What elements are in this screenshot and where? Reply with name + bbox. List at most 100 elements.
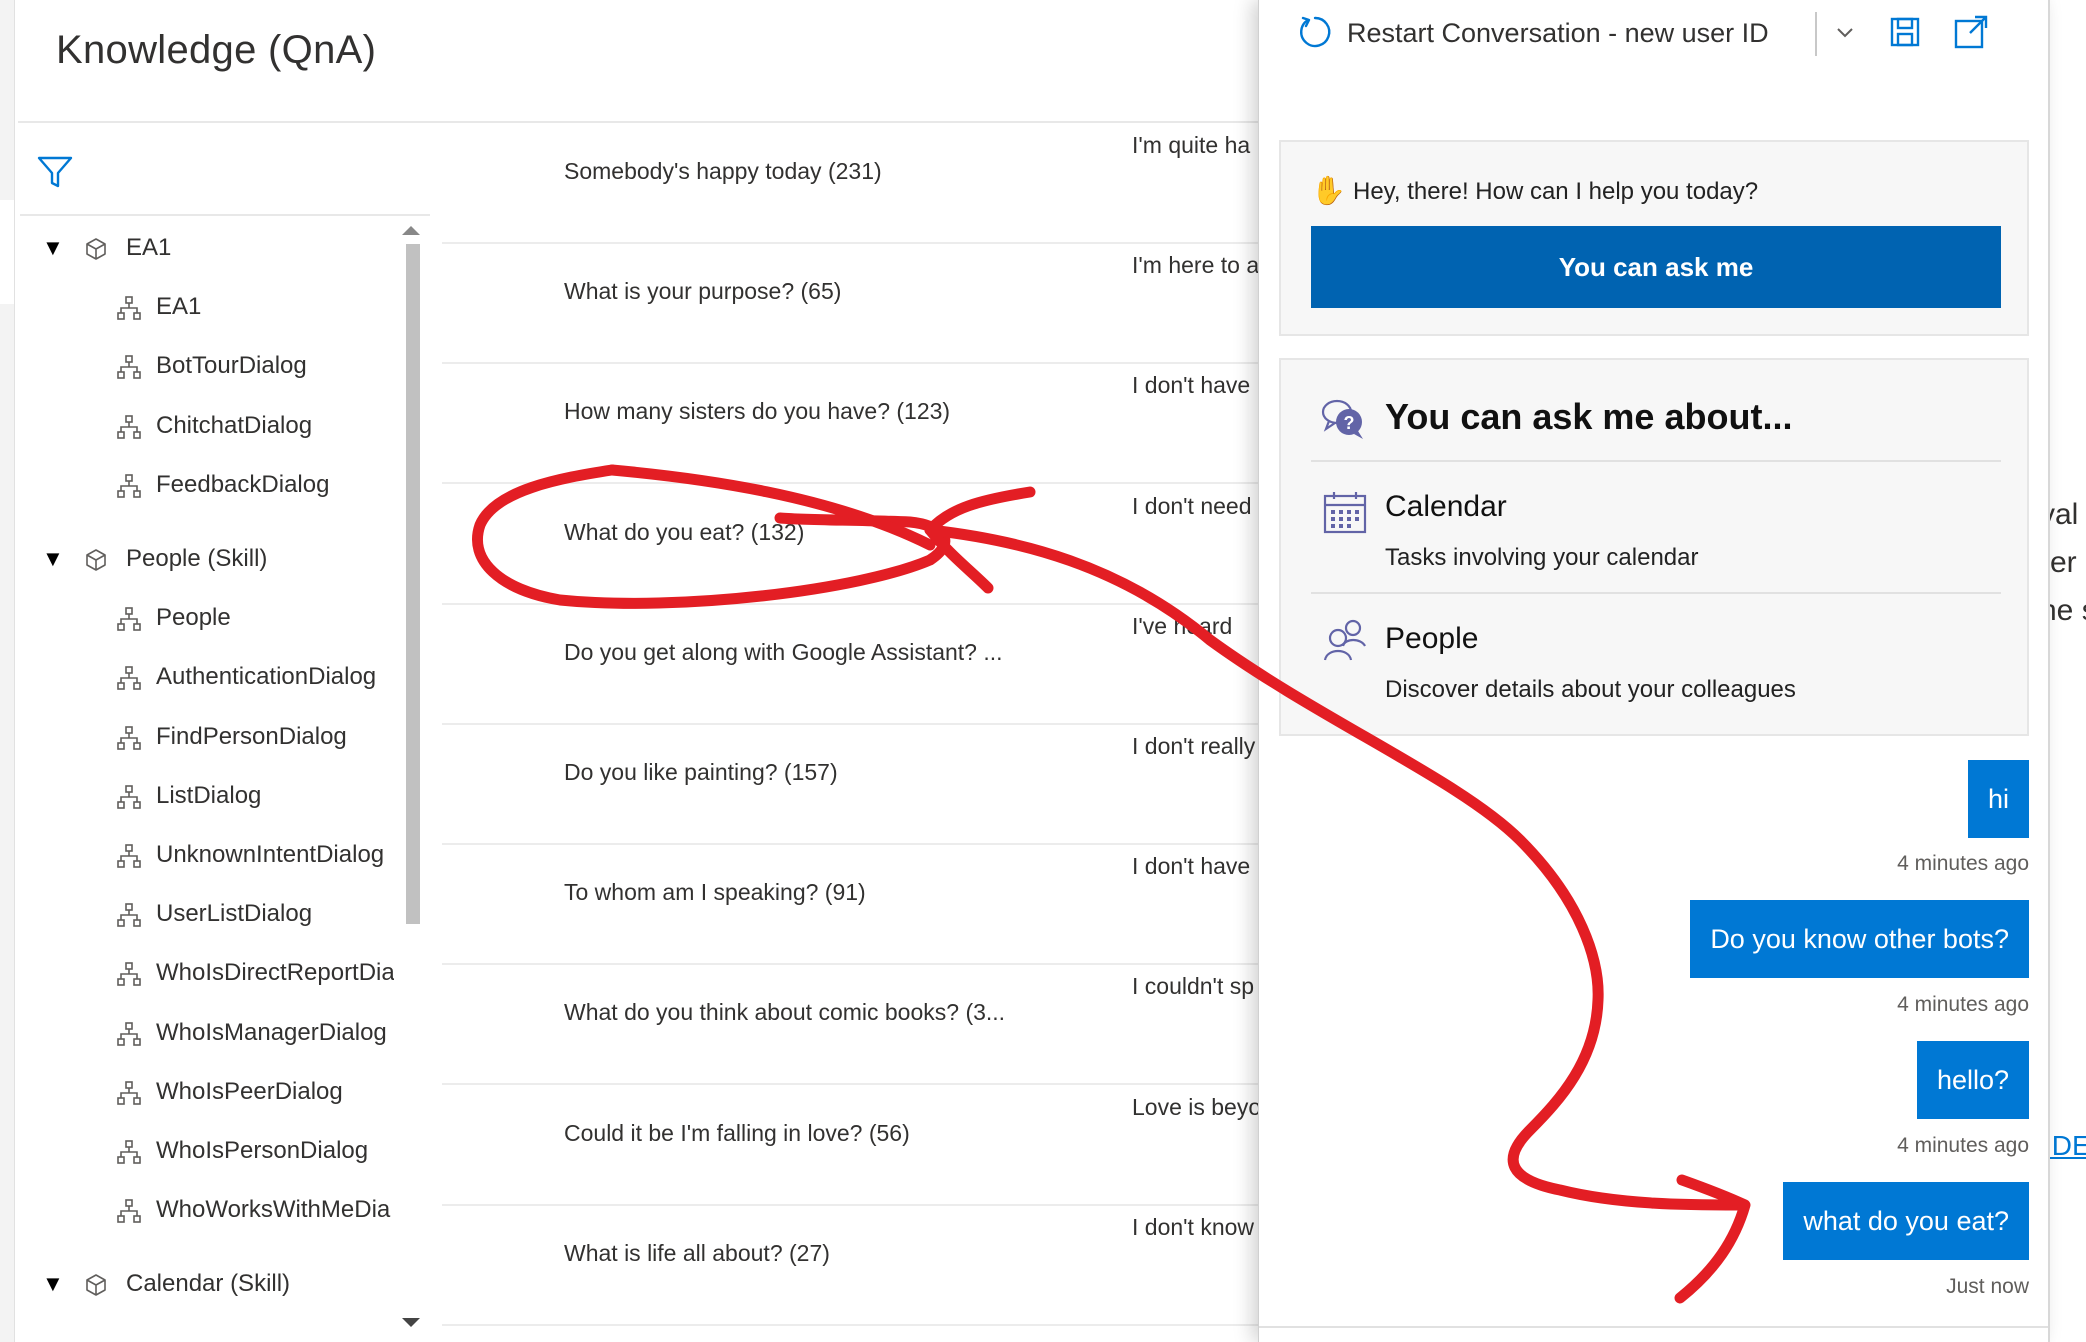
dialog-tree-icon xyxy=(117,296,141,320)
dialog-tree-icon xyxy=(117,666,141,691)
background-link[interactable]: IDE xyxy=(2044,1130,2086,1162)
nav-item[interactable]: FindPersonDialog xyxy=(20,717,394,757)
restart-icon[interactable] xyxy=(1297,14,1333,50)
svg-text:?: ? xyxy=(1344,413,1355,433)
page-edge xyxy=(0,0,15,1342)
restart-conversation-button[interactable]: Restart Conversation - new user ID xyxy=(1347,18,1769,49)
message-timestamp: 4 minutes ago xyxy=(1897,1134,2029,1157)
greeting-card: ✋ Hey, there! How can I help you today? … xyxy=(1279,140,2029,336)
qna-row[interactable]: Do you like painting? (157) I don't reall… xyxy=(442,725,1262,845)
card-divider xyxy=(1311,460,2001,462)
nav-group[interactable]: ▼ EA1 xyxy=(20,228,394,268)
nav-item[interactable]: WhoIsDirectReportDia xyxy=(20,953,394,993)
qna-row[interactable]: What is your purpose? (65) I'm here to a xyxy=(442,244,1262,365)
user-message[interactable]: Do you know other bots? xyxy=(1690,900,2029,978)
qna-row[interactable]: Could it be I'm falling in love? (56) Lov… xyxy=(442,1086,1262,1206)
user-message[interactable]: hi xyxy=(1967,760,2029,838)
nav-item-label: ListDialog xyxy=(156,781,262,809)
qna-row[interactable]: What do you think about comic books? (3.… xyxy=(442,965,1262,1086)
filter-icon[interactable] xyxy=(35,152,75,192)
nav-item[interactable]: WhoIsManagerDialog xyxy=(20,1013,394,1053)
page-title: Knowledge (QnA) xyxy=(56,28,377,72)
scroll-thumb[interactable] xyxy=(406,244,420,924)
card-divider xyxy=(1311,592,2001,594)
dialog-tree-icon xyxy=(117,1080,141,1105)
nav-item-label: WhoIsPeerDialog xyxy=(156,1077,343,1105)
nav-item[interactable]: WhoWorksWithMeDia xyxy=(20,1190,394,1230)
nav-group[interactable]: ▼ People (Skill) xyxy=(20,539,394,579)
nav-item[interactable]: UserListDialog xyxy=(20,894,394,934)
question-bubbles-icon: ? xyxy=(1321,399,1363,439)
qna-answer: I've heard xyxy=(1132,612,1233,639)
dialog-tree-icon xyxy=(117,844,141,868)
dialog-tree-icon xyxy=(117,355,141,380)
expand-caret-icon[interactable]: ▼ xyxy=(42,1264,64,1304)
nav-item[interactable]: FeedbackDialog xyxy=(20,465,394,505)
dialog-tree-icon xyxy=(117,473,141,498)
nav-item[interactable]: AuthenticationDialog xyxy=(20,657,394,697)
expand-caret-icon[interactable]: ▼ xyxy=(42,539,64,579)
ask-me-about-card: ? You can ask me about... Calendar Tasks… xyxy=(1279,358,2029,736)
people-description: Discover details about your colleagues xyxy=(1385,676,1796,703)
scroll-down-arrow-icon[interactable] xyxy=(402,1318,420,1327)
scroll-up-arrow-icon[interactable] xyxy=(402,226,420,235)
qna-question: Could it be I'm falling in love? (56) xyxy=(564,1119,910,1146)
nav-item[interactable]: ListDialog xyxy=(20,776,394,816)
emulator-toolbar: Restart Conversation - new user ID xyxy=(1259,0,2049,68)
nav-item[interactable]: WhoIsPeerDialog xyxy=(20,1072,394,1112)
nav-scrollbar[interactable] xyxy=(394,216,430,1342)
nav-item-label: FeedbackDialog xyxy=(156,470,330,498)
emulator-edge xyxy=(2048,0,2050,1342)
qna-row[interactable]: What is life all about? (27) I don't know xyxy=(442,1206,1262,1326)
chevron-down-icon[interactable] xyxy=(1833,20,1857,44)
qna-answer: I don't have xyxy=(1132,372,1251,399)
you-can-ask-me-button[interactable]: You can ask me xyxy=(1311,226,2001,308)
qna-answer: I'm quite ha xyxy=(1132,132,1251,158)
user-message[interactable]: hello? xyxy=(1916,1041,2029,1119)
nav-group[interactable]: ▼ Calendar (Skill) xyxy=(20,1264,394,1304)
open-in-new-window-icon[interactable] xyxy=(1953,14,1989,50)
nav-item[interactable]: EA1 xyxy=(20,287,394,327)
nav-item[interactable]: People xyxy=(20,598,394,638)
nav-group-label: People (Skill) xyxy=(126,545,268,572)
save-icon[interactable] xyxy=(1889,16,1921,48)
header-divider xyxy=(18,121,1258,123)
qna-question: To whom am I speaking? (91) xyxy=(564,879,866,906)
qna-question: What do you eat? (132) xyxy=(564,518,805,545)
qna-row[interactable]: To whom am I speaking? (91) I don't have xyxy=(442,845,1262,966)
qna-question: Do you get along with Google Assistant? … xyxy=(564,638,1003,665)
qna-answer: I don't have xyxy=(1132,853,1251,880)
qna-row[interactable]: Do you get along with Google Assistant? … xyxy=(442,605,1262,725)
nav-group-label: EA1 xyxy=(126,234,172,261)
qna-row[interactable]: How many sisters do you have? (123) I don… xyxy=(442,364,1262,485)
calendar-title: Calendar xyxy=(1385,490,1507,523)
filter-bar xyxy=(20,124,430,216)
nav-item[interactable]: ChitchatDialog xyxy=(20,406,394,446)
nav-item-label: AuthenticationDialog xyxy=(156,663,377,691)
people-title: People xyxy=(1385,622,1479,655)
qna-question: Somebody's happy today (231) xyxy=(564,158,882,184)
waving-hand-icon: ✋ xyxy=(1311,175,1346,206)
nav-item-label: BotTourDialog xyxy=(156,352,307,380)
ask-me-about-heading: You can ask me about... xyxy=(1385,396,1793,437)
qna-question: Do you like painting? (157) xyxy=(564,759,838,785)
nav-item[interactable]: UnknownIntentDialog xyxy=(20,835,394,875)
qna-row[interactable]: What do you eat? (132) I don't need xyxy=(442,485,1262,605)
qna-question: What is your purpose? (65) xyxy=(564,278,842,305)
message-timestamp: Just now xyxy=(1946,1275,2029,1298)
nav-item[interactable]: BotTourDialog xyxy=(20,346,394,386)
qna-row[interactable]: Somebody's happy today (231) I'm quite ha xyxy=(442,124,1262,244)
user-message[interactable]: what do you eat? xyxy=(1783,1182,2029,1260)
input-divider xyxy=(1259,1326,2049,1328)
nav-group-label: Calendar (Skill) xyxy=(126,1270,291,1298)
nav-tree: ▼ EA1 EA1 BotTourDialog ChitchatDialog Feedba… xyxy=(20,216,394,1342)
expand-caret-icon[interactable]: ▼ xyxy=(42,228,64,268)
emulator-panel: Restart Conversation - new user ID ✋ Hey… xyxy=(1258,0,2049,1342)
toolbar-separator xyxy=(1815,12,1817,56)
qna-answer: Love is beyo xyxy=(1132,1093,1262,1120)
qna-answer: I couldn't sp xyxy=(1132,973,1255,1000)
dialog-tree-icon xyxy=(117,725,141,750)
people-icon xyxy=(1323,619,1366,661)
dialog-tree-icon xyxy=(117,1021,141,1046)
nav-item[interactable]: WhoIsPersonDialog xyxy=(20,1131,394,1171)
